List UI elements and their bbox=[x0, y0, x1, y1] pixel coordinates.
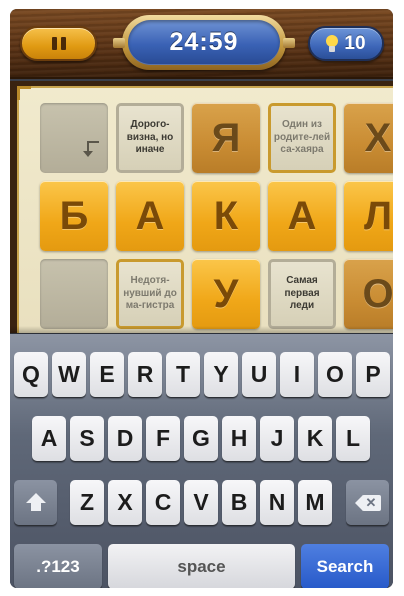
key-c[interactable]: C bbox=[146, 480, 180, 525]
key-l[interactable]: L bbox=[336, 416, 370, 461]
letter-tile[interactable]: Я bbox=[192, 103, 260, 173]
hint-button[interactable]: 10 bbox=[308, 26, 384, 61]
keyboard: Q W E R T Y U I O P A S D F G H J K L Z … bbox=[10, 333, 393, 588]
key-f[interactable]: F bbox=[146, 416, 180, 461]
empty-cell bbox=[40, 103, 108, 173]
letter-text: Х bbox=[364, 115, 392, 160]
letter-tile[interactable]: У bbox=[192, 259, 260, 329]
letter-text: Л bbox=[363, 193, 393, 238]
clue-text: Дорого-визна, но иначе bbox=[126, 119, 174, 156]
timer-text: 24:59 bbox=[169, 28, 239, 56]
hint-count: 10 bbox=[344, 32, 366, 54]
clue-text: Самая первая леди bbox=[284, 275, 320, 312]
letter-text: О bbox=[362, 271, 393, 316]
pause-icon bbox=[51, 37, 57, 50]
delete-key[interactable]: ✕ bbox=[346, 480, 389, 525]
letter-tile[interactable]: О bbox=[344, 259, 393, 329]
top-bar: 24:59 10 bbox=[10, 9, 393, 79]
board-grid: Дорого-визна, но иначе Я Один из родите-… bbox=[17, 86, 393, 333]
letter-text: Я bbox=[211, 115, 241, 160]
key-j[interactable]: J bbox=[260, 416, 294, 461]
device-screen: 24:59 10 Дорого-визна, но иначе Я Один и… bbox=[10, 9, 393, 588]
letter-tile[interactable]: К bbox=[192, 181, 260, 251]
clue-text: Один из родите-лей са-хаяра bbox=[273, 119, 331, 156]
letter-tile[interactable]: Х bbox=[344, 103, 393, 173]
clue-cell[interactable]: Один из родите-лей са-хаяра bbox=[268, 103, 336, 173]
crossword-board: Дорого-визна, но иначе Я Один из родите-… bbox=[10, 81, 393, 336]
timer-frame: 24:59 bbox=[113, 15, 295, 70]
key-g[interactable]: G bbox=[184, 416, 218, 461]
space-key[interactable]: space bbox=[108, 544, 295, 588]
timer-display: 24:59 bbox=[128, 20, 280, 65]
key-s[interactable]: S bbox=[70, 416, 104, 461]
key-u[interactable]: U bbox=[242, 352, 276, 397]
clue-cell[interactable]: Недотя-нувший до ма-гистра bbox=[116, 259, 184, 329]
key-w[interactable]: W bbox=[52, 352, 86, 397]
key-a[interactable]: A bbox=[32, 416, 66, 461]
key-o[interactable]: O bbox=[318, 352, 352, 397]
key-q[interactable]: Q bbox=[14, 352, 48, 397]
clue-cell[interactable]: Самая первая леди bbox=[268, 259, 336, 329]
backspace-icon: ✕ bbox=[354, 494, 381, 511]
key-k[interactable]: K bbox=[298, 416, 332, 461]
key-m[interactable]: M bbox=[298, 480, 332, 525]
clue-cell[interactable]: Дорого-визна, но иначе bbox=[116, 103, 184, 173]
lightbulb-icon bbox=[326, 34, 339, 53]
key-p[interactable]: P bbox=[356, 352, 390, 397]
down-arrow-icon bbox=[83, 141, 99, 157]
key-r[interactable]: R bbox=[128, 352, 162, 397]
letter-text: У bbox=[213, 271, 239, 316]
key-e[interactable]: E bbox=[90, 352, 124, 397]
key-z[interactable]: Z bbox=[70, 480, 104, 525]
key-i[interactable]: I bbox=[280, 352, 314, 397]
shift-arrow-icon bbox=[25, 492, 46, 513]
pause-button[interactable] bbox=[20, 26, 97, 61]
key-n[interactable]: N bbox=[260, 480, 294, 525]
shift-key[interactable] bbox=[14, 480, 57, 525]
letter-tile[interactable]: А bbox=[116, 181, 184, 251]
corner-ornament bbox=[17, 86, 31, 100]
numbers-key[interactable]: .?123 bbox=[14, 544, 102, 588]
empty-cell bbox=[40, 259, 108, 329]
letter-tile[interactable]: Б bbox=[40, 181, 108, 251]
letter-tile[interactable]: Л bbox=[344, 181, 393, 251]
key-d[interactable]: D bbox=[108, 416, 142, 461]
search-key[interactable]: Search bbox=[301, 544, 389, 588]
key-y[interactable]: Y bbox=[204, 352, 238, 397]
letter-text: А bbox=[287, 193, 317, 238]
key-t[interactable]: T bbox=[166, 352, 200, 397]
key-x[interactable]: X bbox=[108, 480, 142, 525]
letter-text: К bbox=[213, 193, 239, 238]
key-h[interactable]: H bbox=[222, 416, 256, 461]
letter-tile[interactable]: А bbox=[268, 181, 336, 251]
clue-text: Недотя-нувший до ма-гистра bbox=[123, 275, 177, 312]
key-b[interactable]: B bbox=[222, 480, 256, 525]
letter-text: А bbox=[135, 193, 165, 238]
key-v[interactable]: V bbox=[184, 480, 218, 525]
letter-text: Б bbox=[59, 193, 89, 238]
